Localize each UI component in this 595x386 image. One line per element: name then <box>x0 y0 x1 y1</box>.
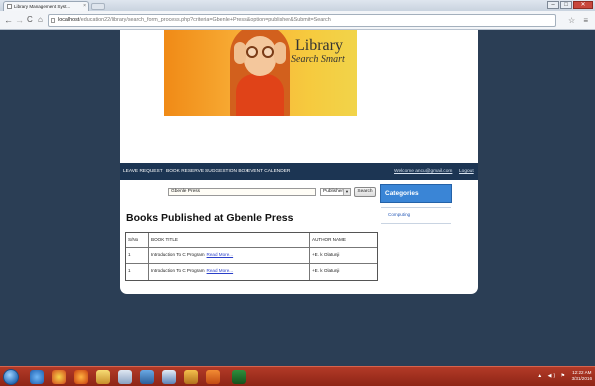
column-header-book-title: BOOK TITLE <box>149 233 310 247</box>
start-button-icon[interactable] <box>3 369 19 385</box>
window-controls: – □ ✕ <box>547 1 593 9</box>
results-heading: Books Published at Gbenle Press <box>126 212 294 224</box>
logo-tagline: Search Smart <box>291 54 345 65</box>
logo-title: Library <box>295 37 343 54</box>
cell-sno: 1 <box>126 248 149 263</box>
menu-suggestion-box[interactable]: SUGGESTION BOX <box>205 168 248 175</box>
page-favicon-icon <box>7 4 12 9</box>
cell-book-title: Introduction To C Program Read More... <box>149 264 310 280</box>
browser-tab[interactable]: Library Management Syst... × <box>3 1 89 11</box>
dreamweaver-icon[interactable] <box>232 370 246 384</box>
banner-glasses-right <box>262 46 274 58</box>
firefox-icon[interactable] <box>74 370 88 384</box>
cell-author-name: +E. k Olatunji <box>312 252 340 257</box>
table-row: 1 Introduction To C Program Read More... … <box>126 248 377 264</box>
tab-title: Library Management Syst... <box>14 4 71 9</box>
category-divider <box>381 207 451 208</box>
address-bar[interactable]: localhost/education22/library/search_for… <box>48 14 556 27</box>
results-table: S/No BOOK TITLE AUTHOR NAME 1 Introducti… <box>125 232 378 281</box>
maximize-button[interactable]: □ <box>560 1 572 9</box>
url-path: /education22/library/search_form_process… <box>79 17 331 23</box>
book-title-text: Introduction To C Program <box>151 252 205 257</box>
table-row: 1 Introduction To C Program Read More... … <box>126 264 377 280</box>
browser-toolbar: ← → C ⌂ localhost/education22/library/se… <box>0 11 595 30</box>
media-player-icon[interactable] <box>118 370 132 384</box>
url-host: localhost <box>58 17 80 23</box>
read-more-link[interactable]: Read More... <box>207 252 234 257</box>
search-button[interactable]: Search <box>354 187 376 197</box>
category-link-computing[interactable]: Computing <box>388 212 410 218</box>
new-tab-button[interactable] <box>91 3 105 10</box>
bookmark-star-icon[interactable]: ☆ ≡ <box>568 16 591 25</box>
category-divider <box>381 223 451 224</box>
search-option-select[interactable]: Publisher ▼ <box>320 188 351 196</box>
main-menu: LEAVE REQUEST BOOK RESERVE SUGGESTION BO… <box>120 163 478 180</box>
welcome-user-link[interactable]: Welcome ancu@gmail.com <box>394 168 452 175</box>
banner-figure-body <box>236 74 284 116</box>
chevron-down-icon[interactable]: ▼ <box>343 189 350 195</box>
xampp-icon[interactable] <box>206 370 220 384</box>
menu-event-calender[interactable]: EVENT CALENDER <box>247 168 290 175</box>
page-info-icon[interactable] <box>51 18 55 23</box>
internet-explorer-icon[interactable] <box>30 370 44 384</box>
book-title-text: Introduction To C Program <box>151 268 205 273</box>
home-icon[interactable]: ⌂ <box>38 15 43 25</box>
logout-link[interactable]: Logout <box>459 168 474 175</box>
folder-icon[interactable] <box>184 370 198 384</box>
column-header-author-name: AUTHOR NAME <box>312 237 346 242</box>
tab-close-icon[interactable]: × <box>83 2 86 11</box>
system-tray-icons[interactable]: ▲ ◀) ⚑ <box>537 373 567 379</box>
cell-author-name: +E. k Olatunji <box>312 268 340 273</box>
cell-sno: 1 <box>126 264 149 280</box>
chrome-window-icon[interactable] <box>162 370 176 384</box>
chrome-icon[interactable] <box>52 370 66 384</box>
search-input[interactable]: Gbenle Press <box>168 188 316 196</box>
banner-figure-hand-left <box>234 42 246 64</box>
taskbar-clock[interactable]: 12:22 AM 3/31/2016 <box>572 370 592 382</box>
search-option-value: Publisher <box>323 189 343 194</box>
menu-book-reserve[interactable]: BOOK RESERVE <box>166 168 204 175</box>
library-page: Library Search Smart LEAVE REQUEST BOOK … <box>120 30 478 294</box>
app-icon[interactable] <box>140 370 154 384</box>
clock-date: 3/31/2016 <box>571 376 592 381</box>
forward-arrow-icon[interactable]: → <box>15 15 24 25</box>
menu-leave-request[interactable]: LEAVE REQUEST <box>123 168 163 175</box>
browser-tab-bar: Library Management Syst... × – □ ✕ <box>0 0 595 11</box>
categories-header: Categories <box>380 184 452 203</box>
file-explorer-icon[interactable] <box>96 370 110 384</box>
banner-glasses-left <box>246 46 258 58</box>
cell-book-title: Introduction To C Program Read More... <box>149 248 310 263</box>
banner-figure-hand-right <box>274 42 286 64</box>
site-banner: Library Search Smart <box>164 30 357 116</box>
back-arrow-icon[interactable]: ← <box>4 15 13 25</box>
close-window-button[interactable]: ✕ <box>573 1 593 9</box>
read-more-link[interactable]: Read More... <box>207 268 234 273</box>
column-header-sno: S/No <box>126 233 149 247</box>
minimize-button[interactable]: – <box>547 1 559 9</box>
table-header-row: S/No BOOK TITLE AUTHOR NAME <box>126 233 377 248</box>
windows-taskbar: ▲ ◀) ⚑ 12:22 AM 3/31/2016 <box>0 366 595 386</box>
reload-icon[interactable]: C <box>27 15 33 25</box>
site-logo: Library Search Smart <box>291 38 345 66</box>
